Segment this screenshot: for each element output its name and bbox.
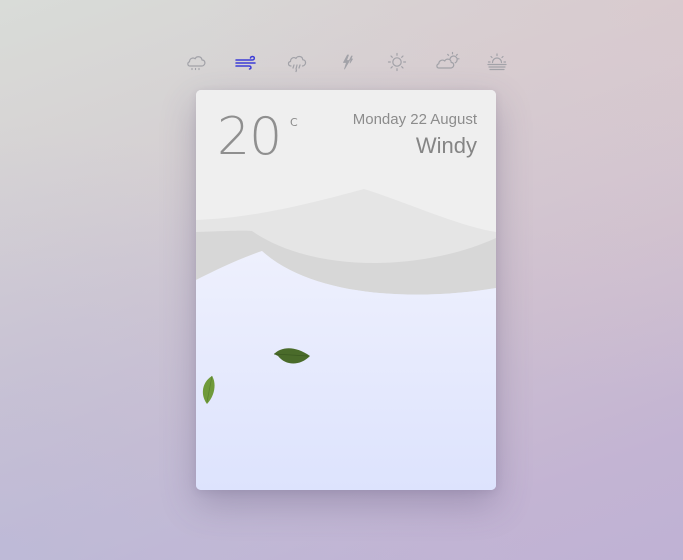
sun-icon[interactable] [383, 48, 411, 76]
temperature-unit: C [290, 116, 298, 129]
weather-type-toolbar [183, 48, 513, 76]
partly-cloudy-icon[interactable] [433, 48, 461, 76]
haze-icon[interactable] [483, 48, 511, 76]
date-label: Monday 22 August [352, 111, 477, 128]
thunder-icon[interactable] [333, 48, 361, 76]
condition-label: Windy [415, 133, 477, 158]
wind-icon[interactable] [233, 48, 261, 76]
cloud-icon[interactable] [183, 48, 211, 76]
rain-icon[interactable] [283, 48, 311, 76]
temperature-value: 20 [217, 107, 282, 167]
weather-card: 20 C Monday 22 August Windy [196, 90, 496, 490]
